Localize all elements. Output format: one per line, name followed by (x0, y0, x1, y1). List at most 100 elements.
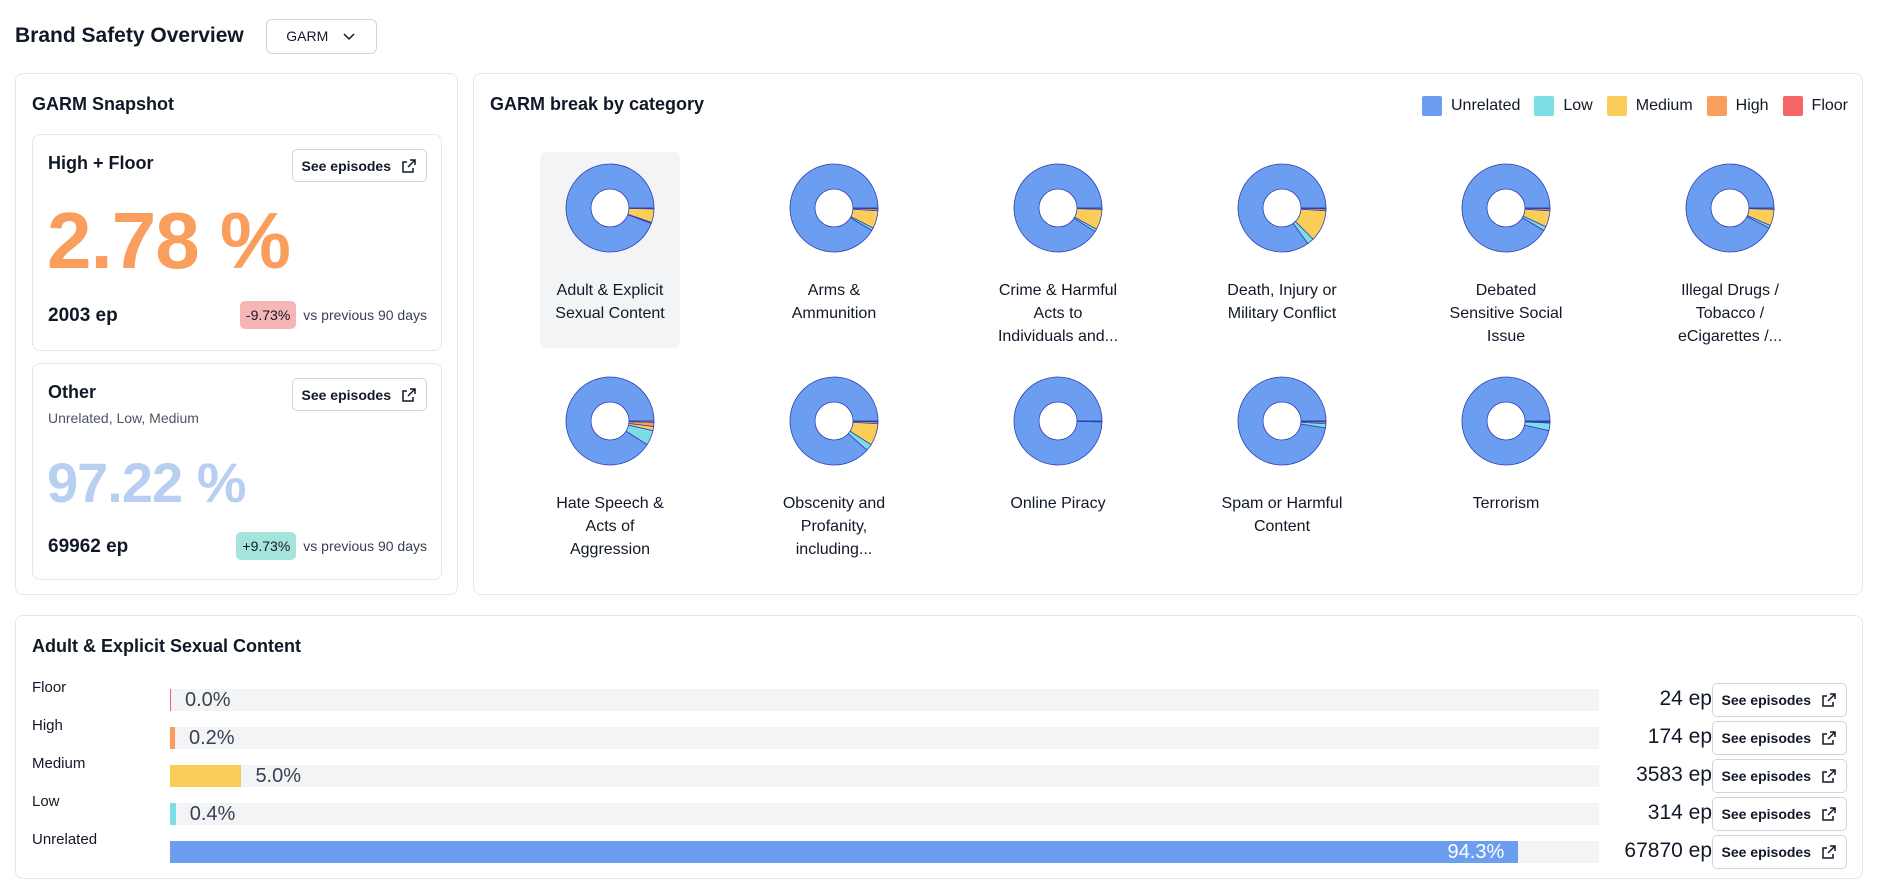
delta-suffix: vs previous 90 days (303, 538, 427, 554)
category-donut (1237, 163, 1327, 253)
external-link-icon (402, 387, 416, 402)
category-tile[interactable]: Adult & Explicit Sexual Content (540, 152, 680, 348)
see-episodes-button[interactable]: See episodes (291, 378, 427, 411)
external-link-icon (1822, 769, 1836, 783)
other-delta: +9.73% vs previous 90 days (236, 532, 427, 560)
row-episodes: 174 ep (1647, 725, 1712, 748)
bar-track (170, 689, 1599, 711)
row-label: Medium (32, 755, 86, 772)
row-episodes: 3583 ep (1636, 763, 1712, 786)
page-header: Brand Safety Overview GARM (15, 18, 377, 54)
legend-label: High (1735, 97, 1769, 114)
category-name: Terrorism (1472, 495, 1540, 512)
legend-swatch (1422, 96, 1442, 116)
row-label: High (32, 717, 63, 734)
row-episodes: 67870 ep (1624, 839, 1712, 862)
category-tile[interactable]: Illegal Drugs / Tobacco / eCigarettes /.… (1660, 152, 1800, 348)
see-episodes-label: See episodes (1721, 844, 1812, 860)
see-episodes-button[interactable]: See episodes (1711, 721, 1847, 755)
donut-hole (1262, 188, 1302, 228)
bar-fill (170, 765, 242, 787)
row-label: Low (32, 793, 60, 810)
legend-label: Floor (1811, 97, 1848, 114)
detail-row-low: Low 0.4% 314 ep See episodes (16, 792, 1862, 831)
bar-percent: 5.0% (255, 765, 302, 787)
see-episodes-label: See episodes (1721, 730, 1812, 746)
see-episodes-button[interactable]: See episodes (1711, 759, 1847, 793)
category-name: Spam or Harmful Content (1221, 495, 1343, 535)
bar-fill (170, 803, 176, 825)
other-box: Other Unrelated, Low, Medium See episode… (32, 363, 442, 580)
donut-hole (1710, 188, 1750, 228)
legend: Unrelated Low Medium High Floor (1422, 96, 1848, 116)
bar-fill (170, 841, 1518, 863)
bar-fill (170, 689, 171, 711)
category-donut (1685, 163, 1775, 253)
row-label: Floor (32, 679, 67, 696)
detail-row-floor: Floor 0.0% 24 ep See episodes (16, 678, 1862, 717)
category-name: Illegal Drugs / Tobacco / eCigarettes /.… (1677, 282, 1783, 345)
legend-label: Low (1563, 97, 1593, 114)
see-episodes-label: See episodes (1721, 768, 1812, 784)
bar-track (170, 727, 1599, 749)
legend-label: Medium (1635, 97, 1693, 114)
page-title: Brand Safety Overview (15, 24, 244, 47)
row-episodes: 314 ep (1647, 801, 1712, 824)
category-name: Hate Speech & Acts of Aggression (556, 495, 664, 558)
framework-select-value: GARM (286, 28, 329, 44)
see-episodes-button[interactable]: See episodes (291, 149, 427, 182)
legend-swatch (1706, 96, 1727, 116)
bar-track (170, 765, 1599, 787)
donut-hole (814, 188, 854, 228)
see-episodes-label: See episodes (1721, 806, 1812, 822)
bar-percent: 0.4% (189, 803, 236, 825)
see-episodes-button[interactable]: See episodes (1711, 797, 1847, 831)
framework-select[interactable]: GARM (265, 18, 377, 54)
other-episodes: 69962 ep (48, 536, 129, 557)
category-name: Obscenity and Profanity, including... (782, 495, 886, 558)
external-link-icon (1822, 845, 1836, 859)
external-link-icon (1822, 807, 1836, 821)
row-label: Unrelated (32, 831, 98, 848)
external-link-icon (402, 158, 416, 173)
category-donut (1237, 376, 1327, 466)
category-name: Crime & Harmful Acts to Individuals and.… (997, 282, 1119, 345)
chevron-down-icon (343, 33, 355, 41)
category-tile[interactable]: Online Piracy (988, 365, 1128, 561)
other-label: Other (48, 382, 97, 402)
legend-swatch (1534, 96, 1555, 116)
delta-suffix: vs previous 90 days (303, 307, 427, 323)
category-name: Death, Injury or Military Conflict (1227, 282, 1337, 322)
category-tile[interactable]: Arms & Ammunition (764, 152, 904, 348)
external-link-icon (1822, 693, 1836, 707)
category-donut (1013, 376, 1103, 466)
see-episodes-button[interactable]: See episodes (1711, 683, 1847, 717)
delta-badge: +9.73% (236, 532, 297, 560)
category-tile[interactable]: Spam or Harmful Content (1212, 365, 1352, 561)
legend-swatch (1782, 96, 1803, 116)
category-name: Adult & Explicit Sexual Content (555, 282, 665, 322)
category-name: Debated Sensitive Social Issue (1449, 282, 1563, 345)
legend-label: Unrelated (1451, 97, 1521, 114)
donut-hole (1038, 188, 1078, 228)
high-floor-episodes: 2003 ep (48, 305, 118, 326)
category-donut (565, 376, 655, 466)
category-tile[interactable]: Debated Sensitive Social Issue (1436, 152, 1576, 348)
category-tile[interactable]: Death, Injury or Military Conflict (1212, 152, 1352, 348)
high-floor-label: High + Floor (48, 153, 154, 173)
legend-swatch (1606, 96, 1627, 116)
see-episodes-button[interactable]: See episodes (1711, 835, 1847, 869)
category-tile[interactable]: Terrorism (1436, 365, 1576, 561)
high-floor-box: High + Floor See episodes 2.78 % 2003 ep… (32, 134, 442, 351)
category-tile[interactable]: Obscenity and Profanity, including... (764, 365, 904, 561)
category-tile[interactable]: Hate Speech & Acts of Aggression (540, 365, 680, 561)
see-episodes-label: See episodes (1721, 692, 1812, 708)
see-episodes-label: See episodes (301, 157, 392, 174)
bar-fill (170, 727, 175, 749)
bar-track (170, 803, 1599, 825)
category-donut (1461, 376, 1551, 466)
legend-item-medium: Medium (1606, 96, 1693, 116)
bar-percent: 0.0% (185, 689, 231, 711)
legend-item-unrelated: Unrelated (1422, 96, 1520, 116)
category-tile[interactable]: Crime & Harmful Acts to Individuals and.… (988, 152, 1128, 348)
